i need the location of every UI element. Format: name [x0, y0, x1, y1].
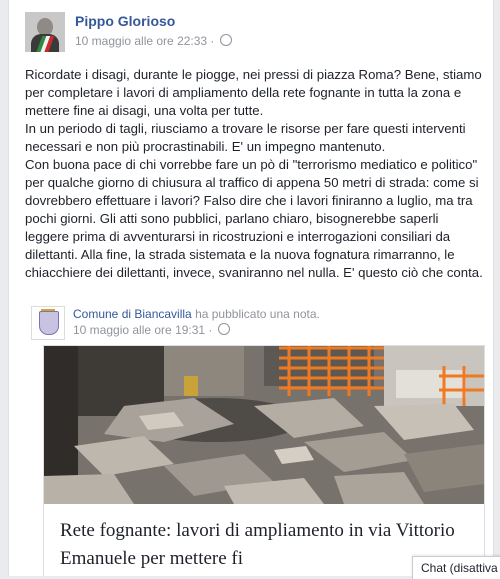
- shared-post-header: Comune di Biancavilla ha pubblicato una …: [31, 306, 487, 340]
- shared-line: Comune di Biancavilla ha pubblicato una …: [73, 306, 320, 322]
- post-paragraph: Con buona pace di chi vorrebbe fare un p…: [25, 157, 483, 280]
- post-timestamp: 10 maggio alle ore 22:33 ·: [75, 32, 232, 50]
- post-header: Pippo Glorioso 10 maggio alle ore 22:33 …: [25, 12, 232, 52]
- link-preview-image[interactable]: [44, 346, 484, 504]
- page-avatar[interactable]: [31, 306, 65, 340]
- globe-icon[interactable]: [217, 323, 230, 335]
- author-avatar[interactable]: [25, 12, 65, 52]
- post-text: Ricordate i disagi, durante le piogge, n…: [25, 66, 485, 282]
- post-paragraph: Ricordate i disagi, durante le piogge, n…: [25, 67, 482, 118]
- shared-action-text: ha pubblicato una nota.: [191, 307, 320, 321]
- post-paragraph: In un periodo di tagli, riusciamo a trov…: [25, 121, 466, 154]
- link-preview-card[interactable]: Rete fognante: lavori di ampliamento in …: [43, 345, 485, 576]
- page-name-link[interactable]: Comune di Biancavilla: [73, 307, 192, 321]
- author-name[interactable]: Pippo Glorioso: [75, 12, 232, 30]
- post-timestamp-text[interactable]: 10 maggio alle ore 22:33 ·: [75, 34, 214, 48]
- feed-post: Pippo Glorioso 10 maggio alle ore 22:33 …: [8, 0, 494, 576]
- shared-timestamp-text[interactable]: 10 maggio alle ore 19:31 ·: [73, 323, 212, 337]
- globe-icon[interactable]: [219, 34, 232, 46]
- shared-timestamp: 10 maggio alle ore 19:31 ·: [73, 322, 320, 338]
